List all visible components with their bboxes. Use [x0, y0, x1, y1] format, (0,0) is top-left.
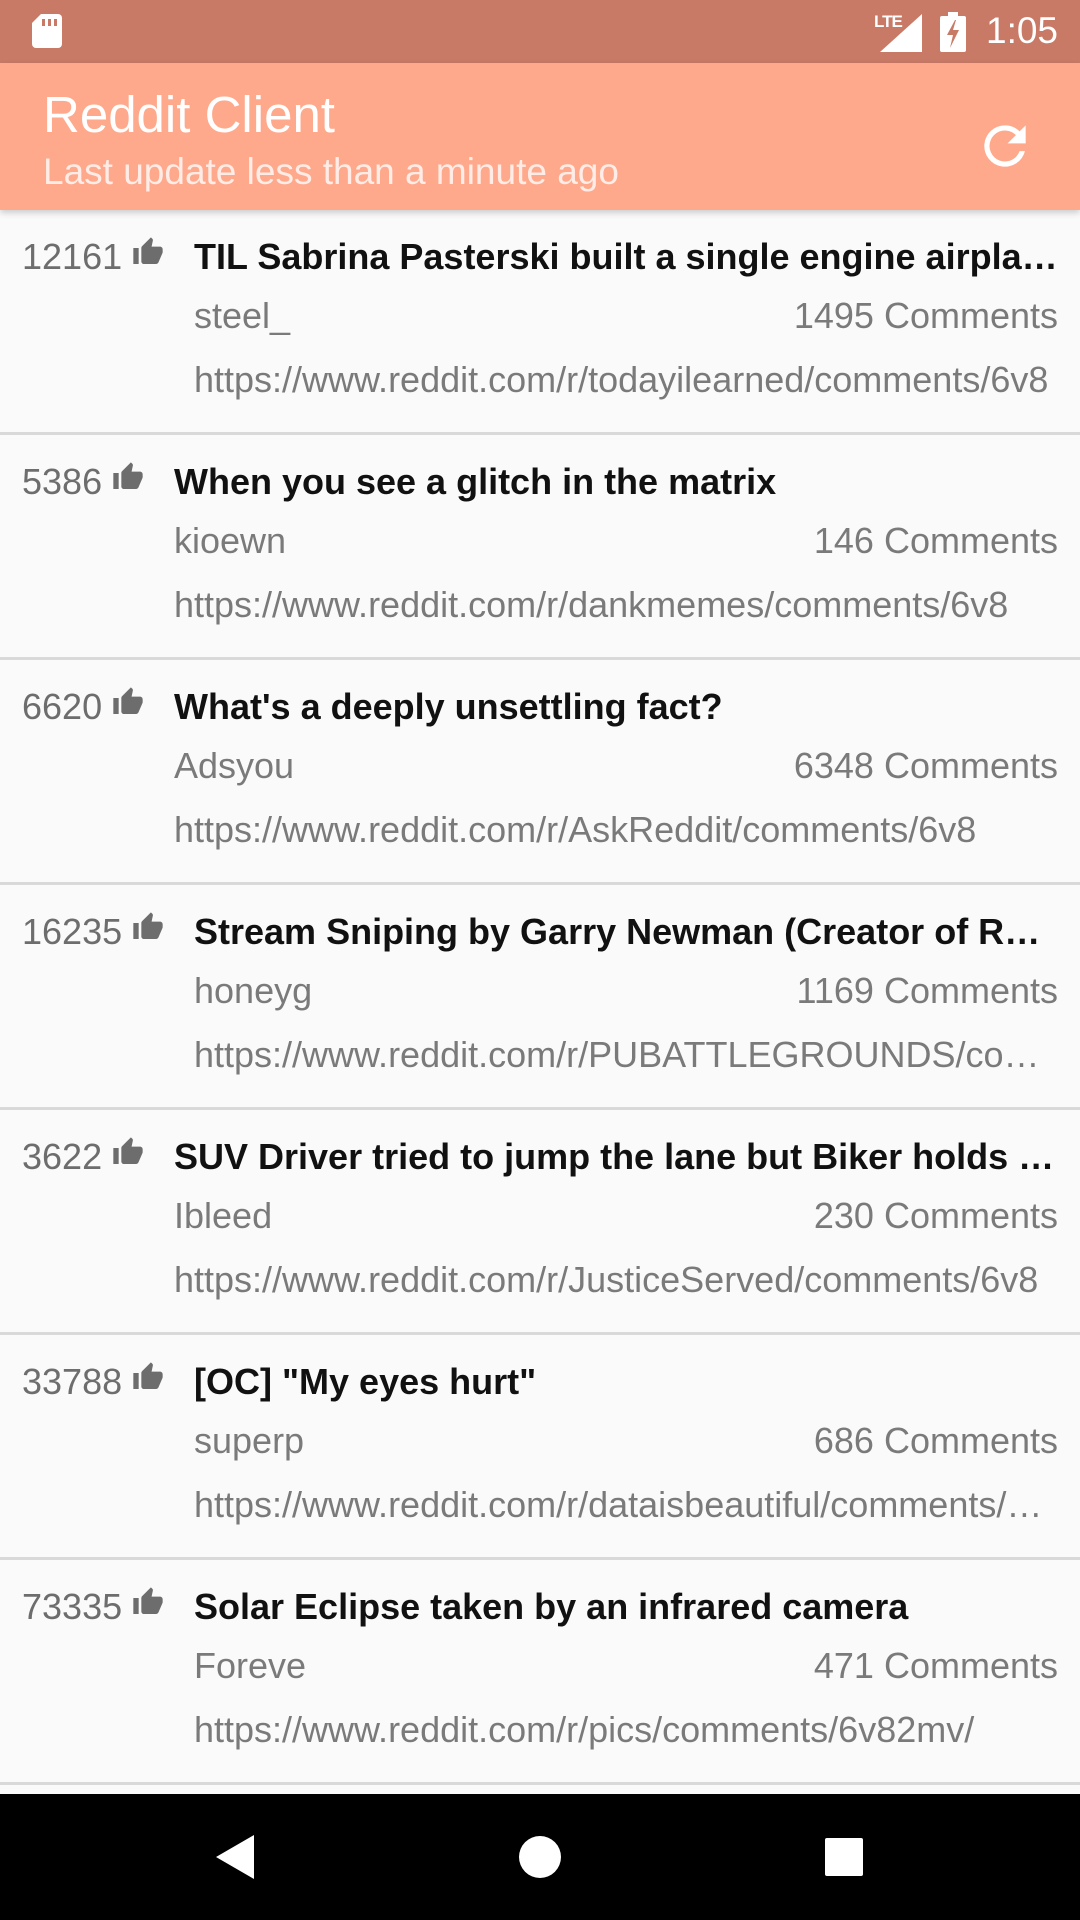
- post-title[interactable]: TIL Sabrina Pasterski built a single eng…: [194, 234, 1058, 280]
- post-url[interactable]: https://www.reddit.com/r/todayilearned/c…: [194, 358, 1058, 402]
- sd-card-icon: [32, 14, 62, 48]
- post-comments-count[interactable]: 230 Comments: [814, 1194, 1058, 1238]
- post-item[interactable]: 73335 Solar Eclipse taken by an infrared…: [0, 1560, 1080, 1785]
- score-group: 16235: [22, 911, 164, 953]
- status-clock: 1:05: [986, 10, 1059, 51]
- post-title[interactable]: SUV Driver tried to jump the lane but Bi…: [174, 1134, 1058, 1180]
- last-update-subtitle: Last update less than a minute ago: [43, 151, 619, 192]
- post-url[interactable]: https://www.reddit.com/r/PUBATTLEGROUNDS…: [194, 1033, 1058, 1077]
- app-title: Reddit Client: [43, 86, 335, 143]
- refresh-button[interactable]: [960, 101, 1050, 191]
- post-item[interactable]: 3622 SUV Driver tried to jump the lane b…: [0, 1110, 1080, 1335]
- post-comments-count[interactable]: 1169 Comments: [797, 969, 1058, 1013]
- post-item[interactable]: 5386 When you see a glitch in the matrix…: [0, 435, 1080, 660]
- post-title[interactable]: [OC] "My eyes hurt": [194, 1359, 1058, 1405]
- score-group: 6620: [22, 686, 144, 728]
- post-author: steel_: [194, 295, 291, 336]
- thumbs-up-icon: [113, 462, 143, 489]
- post-score: 73335: [22, 1586, 123, 1627]
- post-url[interactable]: https://www.reddit.com/r/dataisbeautiful…: [194, 1483, 1058, 1527]
- post-item[interactable]: 33788 [OC] "My eyes hurt" superp 686 Com…: [0, 1335, 1080, 1560]
- post-comments-count[interactable]: 1495 Comments: [794, 294, 1058, 338]
- post-url[interactable]: https://www.reddit.com/r/dankmemes/comme…: [174, 583, 1058, 627]
- post-url[interactable]: https://www.reddit.com/r/pics/comments/6…: [194, 1708, 1058, 1752]
- refresh-icon: [984, 125, 1026, 167]
- post-item[interactable]: 16235 Stream Sniping by Garry Newman (Cr…: [0, 885, 1080, 1110]
- back-button[interactable]: [204, 1825, 268, 1889]
- post-author: kioewn: [174, 520, 287, 561]
- post-meta: kioewn 146 Comments: [174, 519, 1058, 563]
- post-body: When you see a glitch in the matrix kioe…: [174, 459, 1058, 627]
- post-body: TIL Sabrina Pasterski built a single eng…: [194, 234, 1058, 402]
- back-icon: [216, 1835, 254, 1879]
- recents-button[interactable]: [812, 1825, 876, 1889]
- post-item[interactable]: 12161 TIL Sabrina Pasterski built a sing…: [0, 210, 1080, 435]
- post-author: Ibleed: [174, 1195, 273, 1236]
- post-score: 5386: [22, 461, 103, 502]
- thumbs-up-icon: [133, 1587, 163, 1614]
- score-group: 33788: [22, 1361, 164, 1403]
- post-meta: Adsyou 6348 Comments: [174, 744, 1058, 788]
- post-body: SUV Driver tried to jump the lane but Bi…: [174, 1134, 1058, 1302]
- score-group: 3622: [22, 1136, 144, 1178]
- navigation-bar: [0, 1794, 1080, 1920]
- post-meta: Foreve 471 Comments: [194, 1644, 1058, 1688]
- thumbs-up-icon: [113, 687, 143, 714]
- status-bar: LTE 1:05: [0, 0, 1080, 63]
- post-score: 6620: [22, 686, 103, 727]
- post-title[interactable]: Stream Sniping by Garry Newman (Creator …: [194, 909, 1058, 955]
- post-url[interactable]: https://www.reddit.com/r/JusticeServed/c…: [174, 1258, 1058, 1302]
- post-comments-count[interactable]: 6348 Comments: [794, 744, 1058, 788]
- post-score: 16235: [22, 911, 123, 952]
- post-title[interactable]: What's a deeply unsettling fact?: [174, 684, 1058, 730]
- post-item[interactable]: 6620 What's a deeply unsettling fact? Ad…: [0, 660, 1080, 885]
- post-url[interactable]: https://www.reddit.com/r/AskReddit/comme…: [174, 808, 1058, 852]
- post-title[interactable]: When you see a glitch in the matrix: [174, 459, 1058, 505]
- post-comments-count[interactable]: 471 Comments: [814, 1644, 1058, 1688]
- post-meta: superp 686 Comments: [194, 1419, 1058, 1463]
- recents-icon: [825, 1838, 863, 1876]
- score-group: 12161: [22, 236, 164, 278]
- post-comments-count[interactable]: 146 Comments: [814, 519, 1058, 563]
- battery-charging-icon: [940, 12, 966, 52]
- post-comments-count[interactable]: 686 Comments: [814, 1419, 1058, 1463]
- post-score: 3622: [22, 1136, 103, 1177]
- home-button[interactable]: [508, 1825, 572, 1889]
- score-group: 73335: [22, 1586, 164, 1628]
- home-icon: [519, 1836, 561, 1878]
- thumbs-up-icon: [113, 1137, 143, 1164]
- post-body: Stream Sniping by Garry Newman (Creator …: [194, 909, 1058, 1077]
- post-author: Adsyou: [174, 745, 295, 786]
- thumbs-up-icon: [133, 237, 163, 264]
- post-score: 33788: [22, 1361, 123, 1402]
- post-body: [OC] "My eyes hurt" superp 686 Comments …: [194, 1359, 1058, 1527]
- score-group: 5386: [22, 461, 144, 503]
- post-meta: steel_ 1495 Comments: [194, 294, 1058, 338]
- post-title[interactable]: Solar Eclipse taken by an infrared camer…: [194, 1584, 1058, 1630]
- post-body: Solar Eclipse taken by an infrared camer…: [194, 1584, 1058, 1752]
- post-author: Foreve: [194, 1645, 307, 1686]
- post-author: superp: [194, 1420, 305, 1461]
- post-score: 12161: [22, 236, 123, 277]
- app-bar: Reddit Client Last update less than a mi…: [0, 63, 1080, 210]
- thumbs-up-icon: [133, 912, 163, 939]
- post-meta: Ibleed 230 Comments: [174, 1194, 1058, 1238]
- post-body: What's a deeply unsettling fact? Adsyou …: [174, 684, 1058, 852]
- post-meta: honeyg 1169 Comments: [194, 969, 1058, 1013]
- post-author: honeyg: [194, 970, 313, 1011]
- signal-icon: [880, 14, 922, 52]
- thumbs-up-icon: [133, 1362, 163, 1389]
- post-list: 12161 TIL Sabrina Pasterski built a sing…: [0, 210, 1080, 1785]
